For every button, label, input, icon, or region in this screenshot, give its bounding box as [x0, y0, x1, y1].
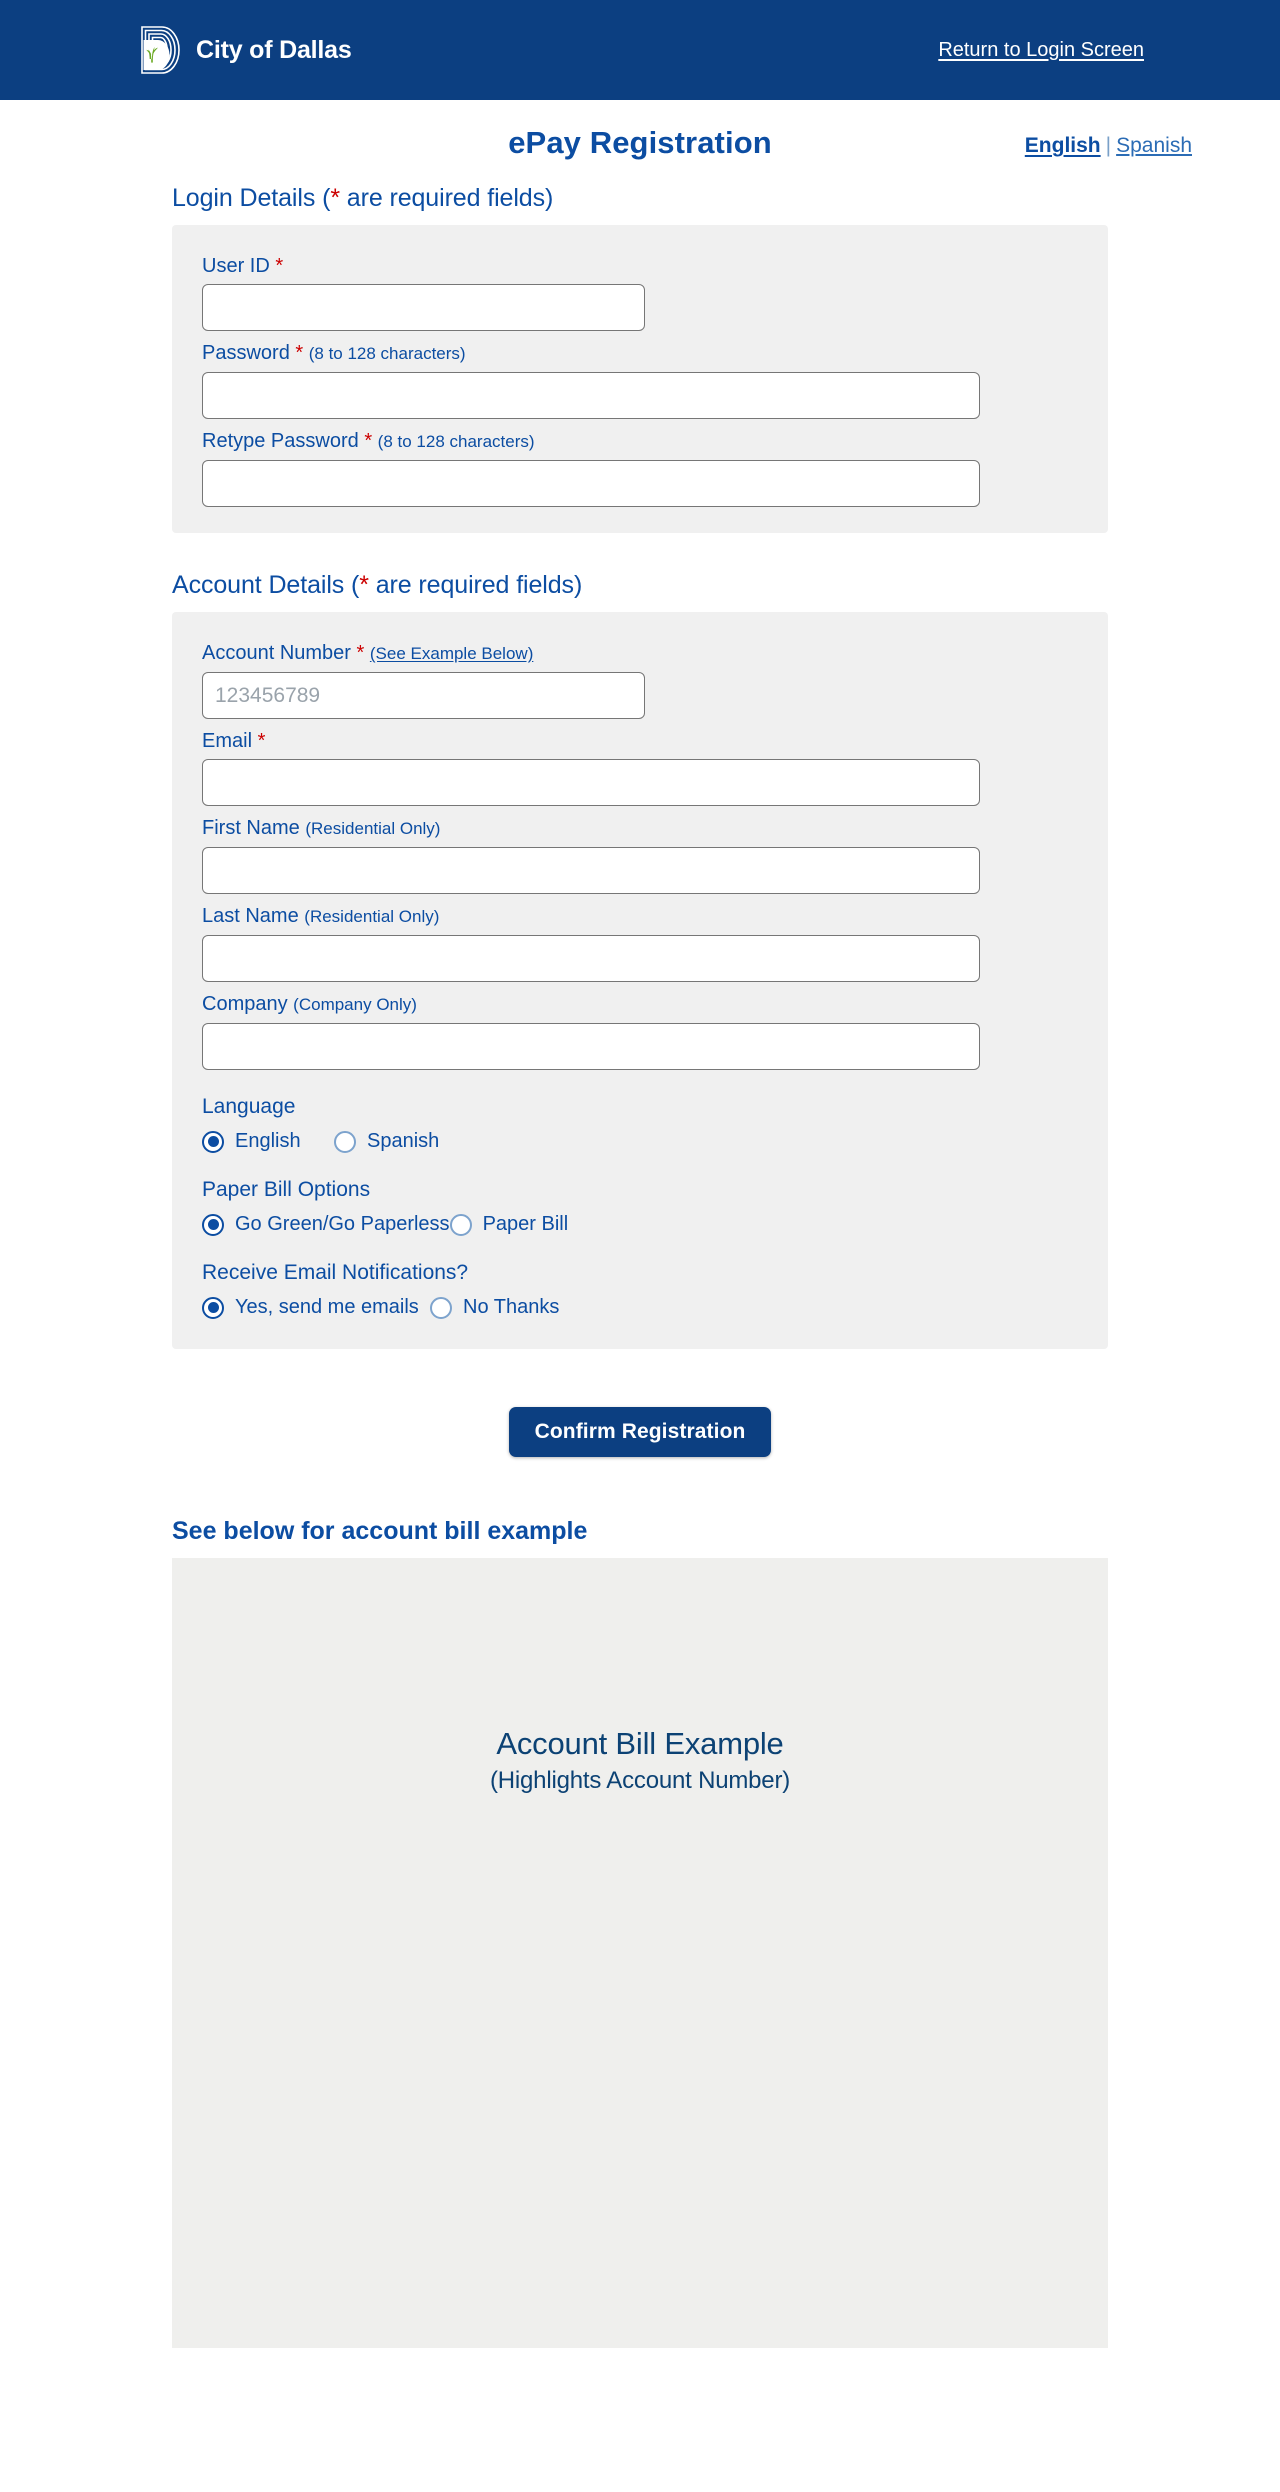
language-option-english-label: English	[235, 1130, 301, 1152]
account-number-field-group: Account Number * (See Example Below)	[202, 638, 1108, 719]
company-field-group: Company (Company Only)	[202, 989, 1108, 1070]
language-option-spanish-label: Spanish	[367, 1130, 440, 1152]
top-header-bar: City of Dallas Return to Login Screen	[0, 0, 1280, 100]
company-input[interactable]	[202, 1023, 980, 1070]
company-label: Company (Company Only)	[202, 989, 1108, 1020]
bill-example-caption: Account Bill Example (Highlights Account…	[172, 1726, 1108, 1795]
email-input[interactable]	[202, 759, 980, 806]
account-number-label-text: Account Number	[202, 642, 351, 664]
radio-unchecked-icon[interactable]	[449, 1213, 472, 1236]
email-label: Email *	[202, 726, 1108, 756]
retype-password-label: Retype Password * (8 to 128 characters)	[202, 426, 1108, 457]
page-content: ePay Registration English | Spanish Login …	[0, 100, 1280, 2348]
page-title-row: ePay Registration English | Spanish	[0, 100, 1280, 184]
first-name-label-text: First Name	[202, 817, 300, 839]
retype-password-required-star: *	[364, 430, 373, 452]
first-name-input[interactable]	[202, 847, 980, 894]
see-example-below-link[interactable]: (See Example Below)	[370, 644, 533, 663]
language-option-spanish[interactable]: Spanish	[334, 1130, 439, 1153]
account-details-required-star: *	[359, 571, 369, 599]
paper-bill-option-paper-bill-label: Paper Bill	[482, 1213, 569, 1235]
password-label-text: Password	[202, 342, 290, 364]
user-id-label-text: User ID	[202, 255, 270, 277]
last-name-label: Last Name (Residential Only)	[202, 901, 1108, 932]
paper-bill-option-go-green-label: Go Green/Go Paperless	[235, 1213, 450, 1235]
bill-example-caption-line2: (Highlights Account Number)	[489, 1767, 791, 1794]
language-option-english[interactable]: English	[202, 1130, 334, 1153]
company-hint: (Company Only)	[293, 995, 417, 1014]
email-notification-group-label: Receive Email Notifications?	[202, 1261, 469, 1284]
last-name-hint: (Residential Only)	[304, 907, 440, 926]
email-required-star: *	[257, 730, 266, 752]
radio-unchecked-icon[interactable]	[334, 1130, 356, 1153]
user-id-required-star: *	[275, 255, 284, 277]
email-field-group: Email *	[202, 726, 1108, 806]
confirm-registration-button[interactable]: Confirm Registration	[508, 1407, 772, 1457]
first-name-hint: (Residential Only)	[305, 819, 441, 838]
account-number-input[interactable]	[202, 672, 645, 719]
account-details-heading: Account Details (* are required fields)	[172, 571, 1280, 600]
paper-bill-group-label: Paper Bill Options	[202, 1178, 371, 1201]
bill-example-caption-line1: Account Bill Example	[496, 1726, 784, 1761]
login-details-panel: User ID * Password * (8 to 128 character…	[172, 225, 1108, 533]
account-number-required-star: *	[356, 642, 365, 664]
last-name-label-text: Last Name	[202, 905, 299, 927]
password-field-group: Password * (8 to 128 characters)	[202, 338, 1108, 419]
user-id-label: User ID *	[202, 251, 1108, 281]
retype-password-field-group: Retype Password * (8 to 128 characters)	[202, 426, 1108, 507]
paper-bill-option-go-green[interactable]: Go Green/Go Paperless	[202, 1213, 450, 1236]
city-of-dallas-logo-icon	[136, 21, 183, 79]
password-required-star: *	[295, 342, 304, 364]
login-details-heading-tail: are required fields)	[339, 184, 554, 212]
email-notification-option-no[interactable]: No Thanks	[430, 1296, 559, 1319]
login-details-required-star: *	[330, 184, 340, 212]
last-name-field-group: Last Name (Residential Only)	[202, 901, 1108, 982]
company-label-text: Company	[202, 993, 288, 1015]
paper-bill-radio-row: Go Green/Go Paperless Paper Bill	[202, 1213, 1108, 1236]
email-notification-option-yes[interactable]: Yes, send me emails	[202, 1296, 430, 1319]
language-english-link[interactable]: English	[1025, 134, 1101, 157]
language-group-label: Language	[202, 1095, 296, 1118]
last-name-input[interactable]	[202, 935, 980, 982]
user-id-input[interactable]	[202, 284, 645, 331]
brand-name: City of Dallas	[196, 35, 352, 64]
email-notification-option-no-label: No Thanks	[463, 1296, 560, 1318]
language-switcher: English | Spanish	[1025, 134, 1192, 158]
radio-checked-icon[interactable]	[202, 1296, 224, 1319]
retype-password-input[interactable]	[202, 460, 980, 507]
email-notification-option-yes-label: Yes, send me emails	[235, 1296, 419, 1318]
user-id-field-group: User ID *	[202, 251, 1108, 331]
language-radio-row: English Spanish	[202, 1130, 1108, 1153]
language-spanish-link[interactable]: Spanish	[1116, 134, 1192, 157]
email-label-text: Email	[202, 730, 253, 752]
first-name-label: First Name (Residential Only)	[202, 813, 1108, 844]
brand-home-link[interactable]: City of Dallas	[136, 0, 352, 100]
account-number-label: Account Number * (See Example Below)	[202, 638, 1108, 669]
bill-example-heading: See below for account bill example	[172, 1517, 588, 1545]
login-details-heading-text: Login Details (	[172, 184, 331, 212]
bill-example-image-placeholder: Account Bill Example (Highlights Account…	[172, 1558, 1108, 2348]
retype-password-label-text: Retype Password	[202, 430, 359, 452]
language-separator: |	[1105, 134, 1112, 157]
first-name-field-group: First Name (Residential Only)	[202, 813, 1108, 894]
account-details-panel: Account Number * (See Example Below) Ema…	[172, 612, 1108, 1349]
password-input[interactable]	[202, 372, 980, 419]
password-hint: (8 to 128 characters)	[308, 344, 466, 363]
submit-row: Confirm Registration	[172, 1349, 1108, 1499]
return-to-login-link[interactable]: Return to Login Screen	[938, 0, 1144, 100]
login-details-heading: Login Details (* are required fields)	[172, 184, 1280, 213]
account-details-heading-text: Account Details (	[172, 571, 360, 599]
password-label: Password * (8 to 128 characters)	[202, 338, 1108, 369]
radio-unchecked-icon[interactable]	[430, 1296, 452, 1319]
paper-bill-option-paper-bill[interactable]: Paper Bill	[449, 1213, 569, 1236]
radio-checked-icon[interactable]	[202, 1130, 224, 1153]
radio-checked-icon[interactable]	[202, 1213, 224, 1236]
account-details-heading-tail: are required fields)	[368, 571, 583, 599]
retype-password-hint: (8 to 128 characters)	[377, 432, 535, 451]
email-notification-radio-row: Yes, send me emails No Thanks	[202, 1296, 1108, 1319]
